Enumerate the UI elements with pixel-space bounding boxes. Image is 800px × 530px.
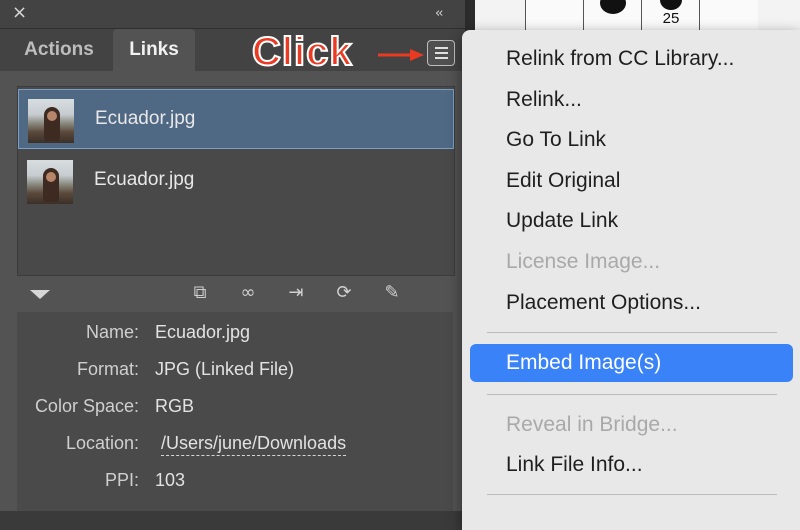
link-row[interactable]: Ecuador.jpg [18, 151, 454, 211]
menu-item-placement-options[interactable]: Placement Options... [462, 284, 800, 322]
info-row: Color Space: RGB [17, 396, 453, 426]
info-row: Format: JPG (Linked File) [17, 359, 453, 389]
close-icon[interactable]: × [12, 4, 27, 22]
click-annotation: Click [251, 29, 353, 75]
location-link[interactable]: /Users/june/Downloads [161, 433, 347, 456]
edit-original-icon[interactable]: ✎ [380, 282, 404, 304]
hamburger-menu-icon [435, 47, 448, 49]
menu-item-relink-from-cc-library[interactable]: Relink from CC Library... [462, 40, 800, 78]
panel-menu-button[interactable] [427, 40, 455, 66]
menu-item-license-image: License Image... [506, 250, 661, 273]
menu-item-reveal-in-bridge: Reveal in Bridge... [506, 413, 678, 436]
image-thumbnail [28, 99, 74, 143]
brush-size-label: 25 [662, 10, 680, 27]
thumbnail-face [46, 172, 56, 182]
menu-item-edit-original[interactable]: Edit Original [462, 162, 800, 200]
tab-links[interactable]: Links [113, 29, 195, 71]
toolbox-cell [525, 0, 584, 31]
info-row: Name: Ecuador.jpg [17, 322, 453, 352]
menu-item-relink[interactable]: Relink... [462, 81, 800, 119]
info-label: Name: [85, 322, 139, 342]
annotation-arrow-icon [378, 49, 424, 61]
info-value: 103 [155, 470, 186, 490]
link-filename: Ecuador.jpg [95, 108, 196, 129]
info-value: JPG (Linked File) [155, 359, 295, 379]
brush-dot-icon [660, 0, 682, 10]
info-value: RGB [155, 396, 195, 416]
info-row: Location: /Users/june/Downloads [17, 433, 453, 463]
menu-item-update-link[interactable]: Update Link [462, 202, 800, 240]
collapse-panel-icon[interactable]: ‹‹ [435, 6, 444, 21]
info-label: Color Space: [34, 396, 139, 416]
toolbox-cell: 25 [641, 0, 700, 31]
tab-actions[interactable]: Actions [8, 29, 110, 71]
hamburger-menu-icon [435, 52, 448, 54]
info-row: PPI: 103 [17, 470, 453, 500]
go-to-link-icon[interactable]: ⇥ [284, 282, 308, 304]
update-link-icon[interactable]: ⟳ [332, 282, 356, 304]
link-info: Name: Ecuador.jpg Format: JPG (Linked Fi… [17, 312, 453, 511]
panel-flyout-menu: Relink from CC Library... Relink... Go T… [462, 30, 800, 530]
info-label: Location: [65, 433, 139, 453]
panel-titlebar: × ‹‹ [0, 0, 465, 29]
info-label: PPI: [104, 470, 139, 490]
info-label: Format: [76, 359, 139, 379]
link-row[interactable]: Ecuador.jpg [18, 89, 454, 149]
menu-item-embed-images[interactable]: Embed Image(s) [470, 344, 793, 382]
menu-separator [487, 332, 777, 333]
menu-item-go-to-link[interactable]: Go To Link [462, 121, 800, 159]
relink-from-library-icon[interactable]: ⧉ [188, 282, 212, 304]
thumbnail-face [47, 111, 57, 121]
brush-dot-icon [600, 0, 626, 14]
link-filename: Ecuador.jpg [94, 169, 195, 190]
info-value: Ecuador.jpg [155, 322, 251, 342]
hamburger-menu-icon [435, 57, 448, 59]
links-panel: × ‹‹ Actions Links Ecuador.jpg Ecuador.j… [0, 0, 465, 511]
disclosure-triangle-icon[interactable] [30, 290, 50, 299]
relink-icon[interactable]: ∞ [236, 282, 260, 304]
menu-separator [487, 394, 777, 395]
links-toolbar: ⧉ ∞ ⇥ ⟳ ✎ [0, 278, 465, 308]
toolbox-cell [583, 0, 642, 31]
links-list[interactable]: Ecuador.jpg Ecuador.jpg [17, 86, 455, 276]
menu-separator [487, 494, 777, 495]
image-thumbnail [27, 160, 73, 204]
toolbox-cell [699, 0, 758, 31]
menu-item-link-file-info[interactable]: Link File Info... [462, 446, 800, 484]
